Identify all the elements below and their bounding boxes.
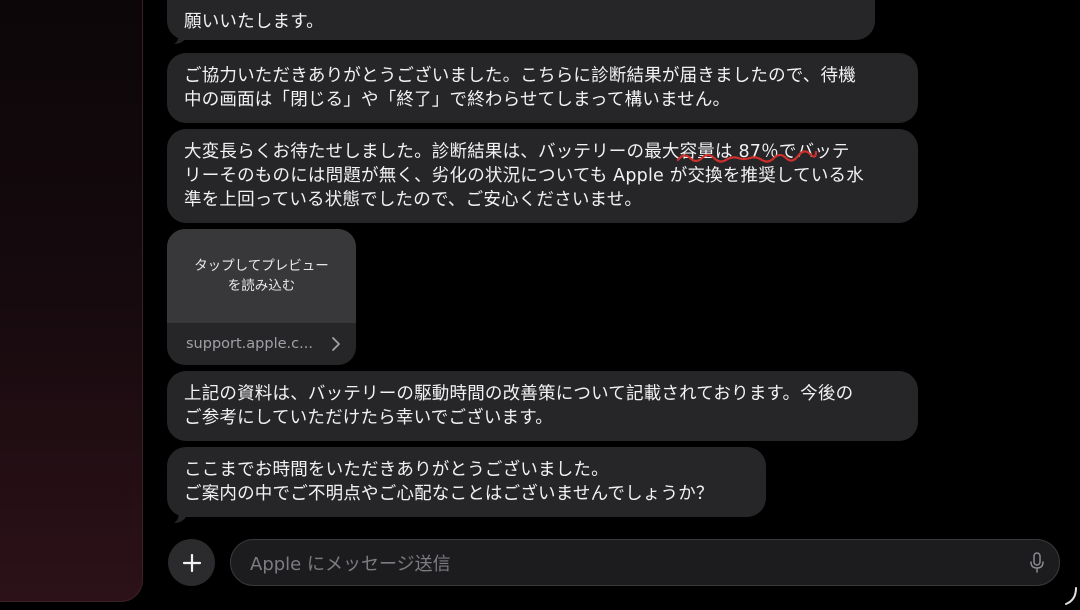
preview-placeholder-line: を読み込む	[227, 278, 296, 294]
message-input-placeholder: Apple にメッセージ送信	[250, 553, 451, 575]
chevron-right-icon	[332, 337, 340, 351]
message-bubble[interactable]: ご協力いただきありがとうございました。こちらに診断結果が届きましたので、待機 中…	[167, 53, 918, 123]
message-line: 準を上回っている状態でしたので、ご安心くださいませ。	[184, 190, 643, 210]
bubble-tail	[174, 511, 186, 523]
resize-handle-icon	[1065, 587, 1077, 605]
message-bubble[interactable]: 願いいたします。	[167, 0, 875, 40]
preview-placeholder-line: タップしてプレビュー	[194, 258, 329, 274]
message-line: 上記の資料は、バッテリーの駆動時間の改善策について記載されております。今後の	[184, 384, 854, 404]
link-preview-card[interactable]: タップしてプレビュー を読み込む support.apple.c...	[167, 229, 356, 365]
link-preview-placeholder[interactable]: タップしてプレビュー を読み込む	[167, 229, 356, 323]
message-bubble[interactable]: 大変長らくお待たせしました。診断結果は、バッテリーの最大容量は 87％でバッテ …	[167, 129, 918, 223]
bubble-tail	[174, 32, 186, 44]
message-line: ご参考にしていただけたら幸いでございます。	[184, 408, 553, 428]
sidebar-panel	[0, 0, 143, 602]
link-preview-footer[interactable]: support.apple.c...	[167, 323, 356, 365]
add-attachment-button[interactable]	[168, 539, 215, 586]
messages-screen: 願いいたします。 ご協力いただきありがとうございました。こちらに診断結果が届きま…	[0, 0, 1080, 610]
message-bubble[interactable]: 上記の資料は、バッテリーの駆動時間の改善策について記載されております。今後の ご…	[167, 371, 918, 441]
message-line: ご案内の中でご不明点やご心配なことはございませんでしょうか？	[184, 484, 714, 504]
microphone-icon[interactable]	[1029, 552, 1045, 574]
plus-icon	[182, 553, 201, 572]
message-input[interactable]: Apple にメッセージ送信	[230, 539, 1060, 586]
message-line: 中の画面は「閉じる」や「終了」で終わらせてしまって構いません。	[184, 90, 731, 110]
message-line: ご協力いただきありがとうございました。こちらに診断結果が届きましたので、待機	[184, 66, 856, 86]
link-preview-url: support.apple.c...	[186, 336, 313, 352]
spellcheck-underline	[676, 150, 818, 163]
message-line: 願いいたします。	[184, 12, 324, 32]
message-bubble[interactable]: ここまでお時間をいただきありがとうございました。 ご案内の中でご不明点やご心配な…	[167, 447, 766, 517]
message-line: ここまでお時間をいただきありがとうございました。	[184, 460, 609, 480]
message-line: リーそのものには問題が無く、劣化の状況についても Apple が交換を推奨してい…	[184, 166, 864, 186]
